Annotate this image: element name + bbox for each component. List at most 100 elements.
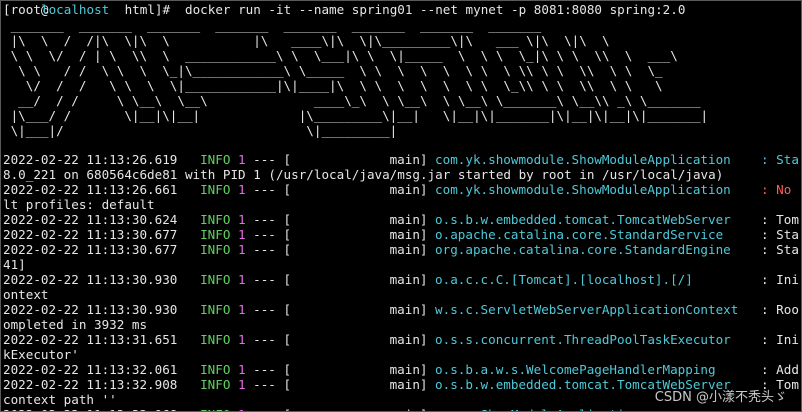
log-entry: 2022-02-22 11:13:30.624 INFO 1 --- [main] o.… xyxy=(3,212,801,227)
banner-line: _______ _______ _______ _______ _______ … xyxy=(3,18,542,33)
log-logger: o.s.b.w.embedded.tomcat.TomcatWebServer xyxy=(435,212,731,227)
log-pid: 1 xyxy=(237,152,246,167)
log-timestamp: 2022-02-22 11:13:30.930 xyxy=(3,302,178,317)
log-message: : Ini xyxy=(761,272,799,287)
log-message: : No xyxy=(761,182,792,197)
log-timestamp: 2022-02-22 11:13:30.677 xyxy=(3,242,178,257)
prompt-line: [root@ localhost html]# docker run -it -… xyxy=(3,2,801,17)
log-message: : Sta xyxy=(761,242,799,257)
log-timestamp: 2022-02-22 11:13:32.061 xyxy=(3,362,178,377)
log-level: INFO xyxy=(200,302,231,317)
log-entry: 2022-02-22 11:13:32.061 INFO 1 --- [ main] o.… xyxy=(3,362,801,377)
log-pid: 1 xyxy=(237,212,246,227)
log-timestamp: 2022-02-22 11:13:30.624 xyxy=(3,212,178,227)
log-separator: --- [ xyxy=(253,362,292,377)
log-continuation: 8.0_221 on 680564c6de81 with PID 1 (/usr… xyxy=(3,167,801,182)
log-pid: 1 xyxy=(237,302,246,317)
log-wrapped-text: ompleted in 3932 ms xyxy=(3,317,148,332)
log-separator: --- [ xyxy=(253,182,292,197)
log-pid: 1 xyxy=(237,362,246,377)
log-level: INFO xyxy=(200,377,231,392)
log-separator: --- [ xyxy=(253,227,292,242)
csdn-watermark: CSDN @小漾不秃头ゞ xyxy=(654,390,787,405)
log-continuation: lt profiles: default xyxy=(3,197,801,212)
log-wrapped-text: lt profiles: default xyxy=(3,197,155,212)
log-logger: o.s.b.a.w.s.WelcomePageHandlerMapping xyxy=(435,362,716,377)
log-thread: main] xyxy=(389,182,428,197)
docker-command: docker run -it --name spring01 --net myn… xyxy=(185,2,686,17)
banner-line: \ \ / / \ \ \ \_|\____________\ \_____ \… xyxy=(3,63,663,78)
log-logger: c.y.s.ShowModuleApplication xyxy=(435,407,640,411)
banner-line: |\ \ / /|\ \|\ \ |\ ____\|\ \|\_________… xyxy=(3,33,610,48)
log-thread: main] xyxy=(389,152,428,167)
banner-line: \/ / / \ \ \ \|____________|\|____|\ \ \… xyxy=(3,78,663,93)
log-level: INFO xyxy=(200,227,231,242)
log-level: INFO xyxy=(200,272,231,287)
log-thread: main] xyxy=(389,272,428,287)
log-pid: 1 xyxy=(238,407,246,411)
log-wrapped-text: 8.0_221 on 680564c6de81 with PID 1 (/usr… xyxy=(3,167,724,182)
log-level: INFO xyxy=(200,182,231,197)
log-continuation: kExecutor' xyxy=(3,347,801,362)
log-continuation: ontext xyxy=(3,287,801,302)
log-separator: --- [ xyxy=(253,242,292,257)
log-pid: 1 xyxy=(237,272,246,287)
log-thread: main] xyxy=(389,302,428,317)
banner-line: \ \ \/ / | \ \\ \ ____________\ \ \___|\… xyxy=(3,48,678,63)
log-entry: 2022-02-22 11:13:26.619 INFO 1 --- [ main] co… xyxy=(3,152,801,167)
log-timestamp: 2022-02-22 11:13:32.968 xyxy=(3,407,177,411)
log-entry: 2022-02-22 11:13:30.930 INFO 1 --- [ main] w.… xyxy=(3,302,801,317)
log-timestamp: 2022-02-22 11:13:26.619 xyxy=(3,152,178,167)
log-separator: --- [ xyxy=(253,332,292,347)
log-timestamp: 2022-02-22 11:13:26.661 xyxy=(3,182,178,197)
log-thread: main] xyxy=(389,332,428,347)
log-pid: 1 xyxy=(237,227,246,242)
log-level: INFO xyxy=(200,362,231,377)
log-message: : Roo xyxy=(761,302,799,317)
log-separator: --- [ xyxy=(253,302,292,317)
log-logger: com.yk.showmodule.ShowModuleApplication xyxy=(435,152,731,167)
log-timestamp: 2022-02-22 11:13:30.677 xyxy=(3,227,178,242)
log-level: INFO xyxy=(200,152,231,167)
log-pid: 1 xyxy=(237,242,246,257)
log-wrapped-text: context path '' xyxy=(3,392,117,407)
log-logger: com.yk.showmodule.ShowModuleApplication xyxy=(435,182,731,197)
log-logger: org.apache.catalina.core.StandardEngine xyxy=(435,242,731,257)
banner-line: |\___/ / \|__|\|__| |\_________\|__| \|_… xyxy=(3,108,709,123)
log-level: INFO xyxy=(200,407,230,411)
log-logger: o.apache.catalina.core.StandardService xyxy=(435,227,724,242)
log-thread: main] xyxy=(389,377,428,392)
log-wrapped-text: kExecutor' xyxy=(3,347,79,362)
log-message: : Sta xyxy=(761,227,799,242)
log-separator: --- [ xyxy=(253,407,291,411)
log-message: : Ini xyxy=(761,332,799,347)
log-thread: main] xyxy=(390,407,428,411)
log-separator: --- [ xyxy=(253,152,292,167)
log-entry: 2022-02-22 11:13:32.968 INFO 1 --- [ main] c.… xyxy=(3,407,801,411)
log-level: INFO xyxy=(200,242,231,257)
log-timestamp: 2022-02-22 11:13:30.930 xyxy=(3,272,178,287)
log-timestamp: 2022-02-22 11:13:32.908 xyxy=(3,377,178,392)
log-entry: 2022-02-22 11:13:30.677 INFO 1 --- [main] or… xyxy=(3,242,801,257)
log-entry: 2022-02-22 11:13:30.930 INFO 1 --- [main] o.… xyxy=(3,272,801,287)
log-timestamp: 2022-02-22 11:13:31.651 xyxy=(3,332,178,347)
log-entry: 2022-02-22 11:13:26.661 INFO 1 --- [ main] co… xyxy=(3,182,801,197)
log-pid: 1 xyxy=(237,332,246,347)
log-wrapped-text: ontext xyxy=(3,287,49,302)
log-message: : Add xyxy=(761,362,799,377)
prompt-host: localhost xyxy=(41,2,110,17)
log-entry: 2022-02-22 11:13:30.677 INFO 1 --- [ main] o.… xyxy=(3,227,801,242)
log-logger: w.s.c.ServletWebServerApplicationContext xyxy=(435,302,739,317)
log-continuation: 41] xyxy=(3,257,801,272)
log-thread: main] xyxy=(389,362,428,377)
log-entry: 2022-02-22 11:13:31.651 INFO 1 --- [main] o.… xyxy=(3,332,801,347)
log-thread: main] xyxy=(389,227,428,242)
log-separator: --- [ xyxy=(253,377,292,392)
log-pid: 1 xyxy=(237,377,246,392)
log-logger: o.s.s.concurrent.ThreadPoolTaskExecutor xyxy=(435,332,731,347)
log-pid: 1 xyxy=(237,182,246,197)
log-logger: o.a.c.c.C.[Tomcat].[localhost].[/] xyxy=(435,272,693,287)
banner-line: __/ / / \ \__\ \__\ ____\_\ \ \__\ \ \__… xyxy=(3,93,701,108)
log-message: : Sta xyxy=(761,152,799,167)
terminal-window[interactable]: [root@ localhost html]# docker run -it -… xyxy=(0,0,802,412)
